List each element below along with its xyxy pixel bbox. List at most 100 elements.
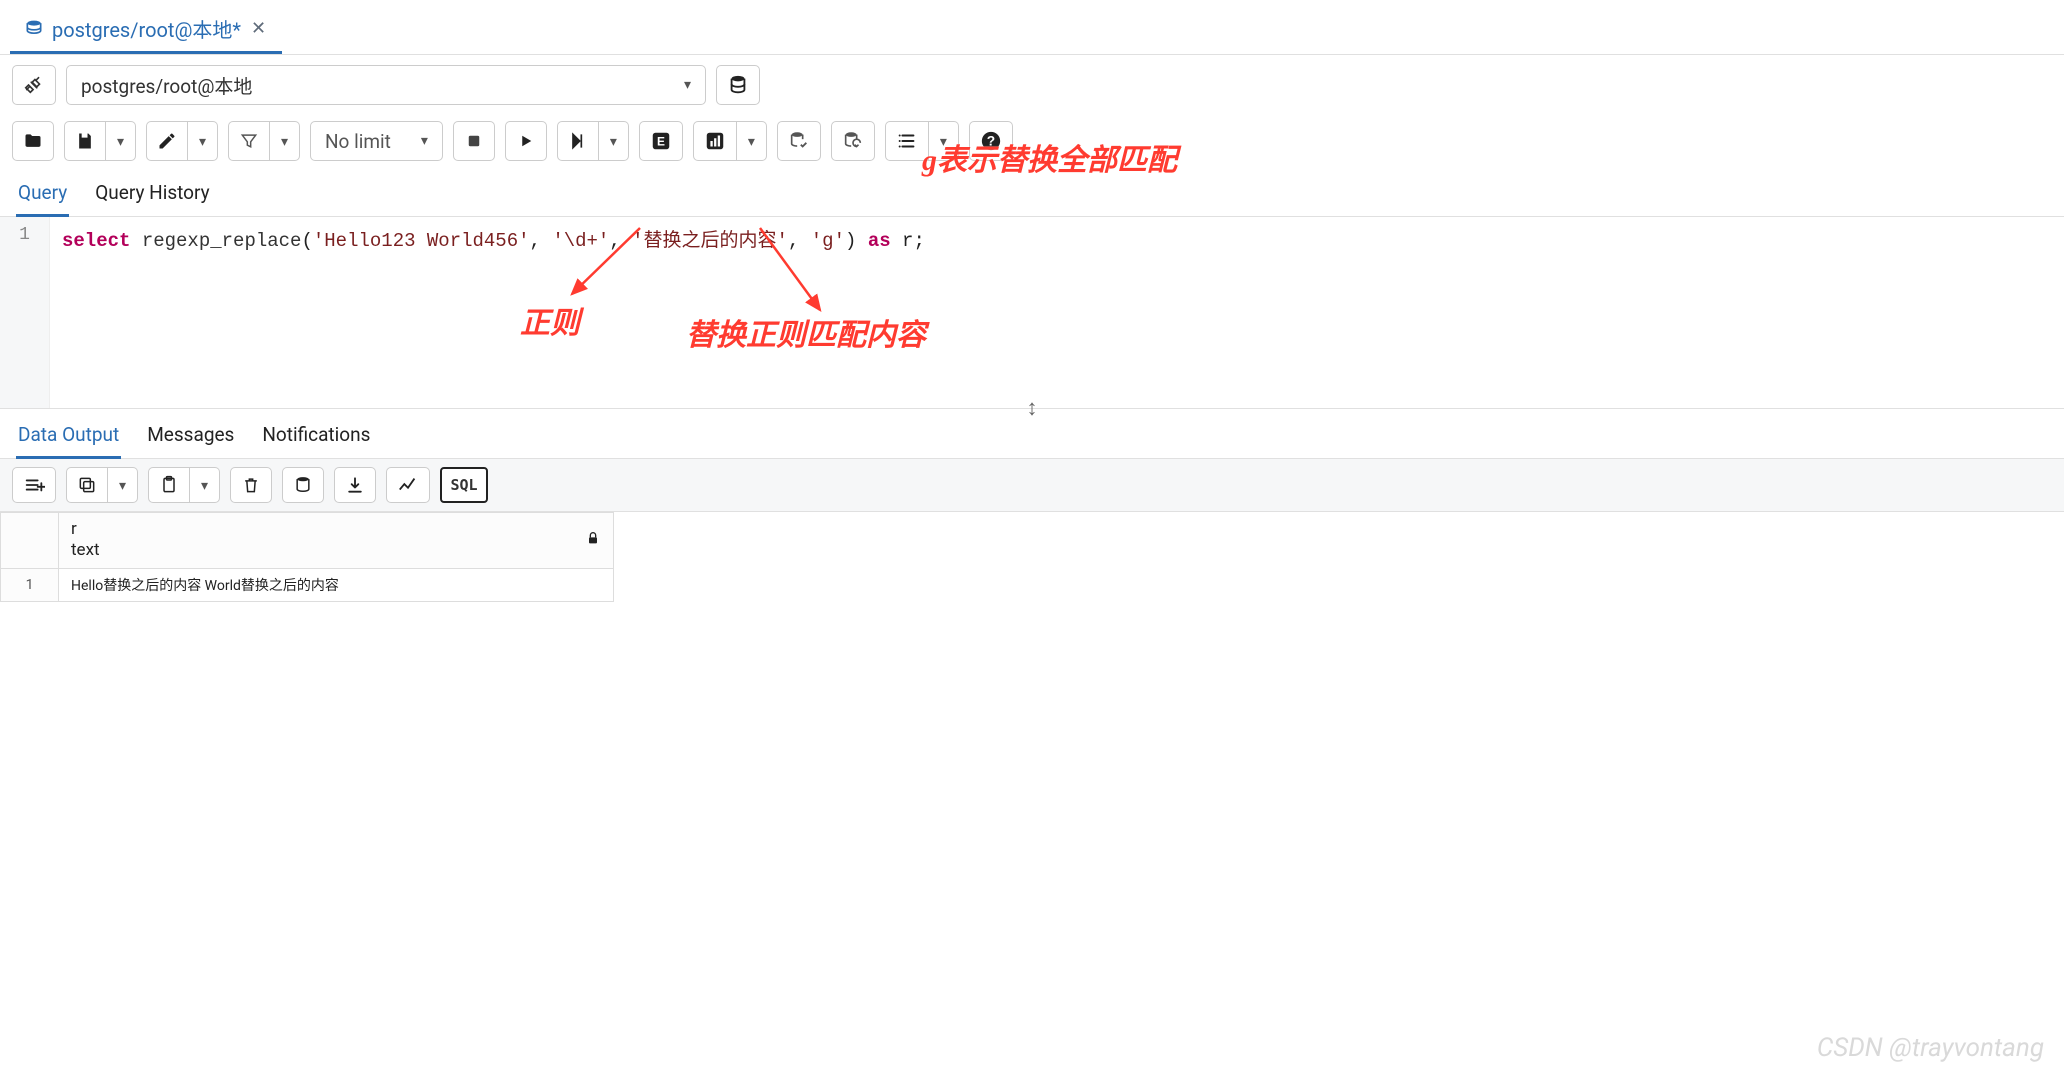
chevron-down-icon: ▾ [117, 133, 124, 150]
database-icon [24, 19, 44, 39]
macro-group: ▾ [885, 121, 959, 161]
database-save-icon [293, 475, 313, 495]
delete-button[interactable] [230, 467, 272, 503]
table-header-row: r text [1, 513, 614, 569]
macros-button[interactable] [885, 121, 929, 161]
database-check-icon [788, 130, 810, 152]
table-row[interactable]: 1 Hello替换之后的内容 World替换之后的内容 [1, 568, 614, 601]
chevron-down-icon: ▾ [684, 77, 691, 93]
new-connection-button[interactable] [716, 65, 760, 105]
download-icon [345, 475, 365, 495]
cell-value[interactable]: Hello替换之后的内容 World替换之后的内容 [59, 568, 614, 601]
filter-button[interactable] [228, 121, 270, 161]
column-type: text [71, 540, 100, 561]
save-icon [75, 131, 95, 151]
file-tab[interactable]: postgres/root@本地* ✕ [10, 6, 282, 54]
edit-button[interactable] [146, 121, 188, 161]
save-button[interactable] [64, 121, 106, 161]
paste-dropdown[interactable]: ▾ [190, 467, 220, 503]
trash-icon [241, 475, 261, 495]
watermark: CSDN @trayvontang [1817, 1033, 2044, 1063]
paste-button[interactable] [148, 467, 190, 503]
chevron-down-icon: ▾ [119, 477, 126, 494]
edit-dropdown[interactable]: ▾ [188, 121, 218, 161]
tab-data-output[interactable]: Data Output [16, 415, 121, 459]
line-chart-icon [397, 474, 419, 496]
row-limit-label: No limit [325, 130, 391, 153]
commit-button[interactable] [777, 121, 821, 161]
tab-close-icon[interactable]: ✕ [249, 18, 268, 39]
rownum-header [1, 513, 59, 569]
connection-row: postgres/root@本地 ▾ [0, 55, 2064, 115]
tab-query[interactable]: Query [16, 173, 69, 217]
folder-icon [23, 131, 43, 151]
pencil-icon [157, 131, 177, 151]
tab-title: postgres/root@本地* [52, 14, 241, 43]
copy-icon [77, 475, 97, 495]
help-button[interactable]: ? [969, 121, 1013, 161]
add-row-button[interactable] [12, 467, 56, 503]
add-row-icon [23, 474, 45, 496]
chevron-down-icon: ▾ [610, 133, 617, 150]
chevron-down-icon: ▾ [940, 133, 947, 150]
rollback-button[interactable] [831, 121, 875, 161]
macros-dropdown[interactable]: ▾ [929, 121, 959, 161]
execute-options-group: ▾ [557, 121, 629, 161]
list-icon [896, 130, 918, 152]
sql-label: SQL [450, 476, 477, 494]
connection-select[interactable]: postgres/root@本地 ▾ [66, 65, 706, 105]
chevron-down-icon: ▾ [748, 133, 755, 150]
resize-handle-icon[interactable]: ↕ [1027, 395, 1038, 421]
explain-analyze-button[interactable] [693, 121, 737, 161]
row-limit-select[interactable]: No limit ▾ [310, 121, 443, 161]
save-group: ▾ [64, 121, 136, 161]
open-file-button[interactable] [12, 121, 54, 161]
chevron-down-icon: ▾ [281, 133, 288, 150]
column-header[interactable]: r text [59, 513, 614, 569]
tab-query-history[interactable]: Query History [93, 173, 211, 216]
connection-status-button[interactable] [12, 65, 56, 105]
column-name: r [71, 519, 100, 540]
explain-analyze-dropdown[interactable]: ▾ [737, 121, 767, 161]
filter-dropdown[interactable]: ▾ [270, 121, 300, 161]
svg-text:E: E [657, 135, 665, 149]
code-line: select regexp_replace('Hello123 World456… [62, 225, 925, 252]
copy-button[interactable] [66, 467, 108, 503]
clipboard-icon [159, 475, 179, 495]
connection-value: postgres/root@本地 [81, 72, 252, 99]
chevron-down-icon: ▾ [201, 477, 208, 494]
tab-notifications[interactable]: Notifications [260, 415, 372, 458]
play-cursor-icon [568, 131, 588, 151]
help-icon: ? [980, 130, 1002, 152]
chevron-down-icon: ▾ [421, 133, 428, 149]
line-gutter: 1 [0, 217, 50, 408]
execute-options-dropdown[interactable]: ▾ [599, 121, 629, 161]
execute-button[interactable] [505, 121, 547, 161]
funnel-icon [239, 131, 259, 151]
play-icon [517, 132, 535, 150]
row-number: 1 [1, 568, 59, 601]
result-table: r text 1 Hello替换之后的内容 World替换之后的内容 [0, 512, 614, 602]
save-data-button[interactable] [282, 467, 324, 503]
tab-messages[interactable]: Messages [145, 415, 236, 458]
chevron-down-icon: ▾ [199, 133, 206, 150]
sql-button[interactable]: SQL [440, 467, 488, 503]
editor-tabs: Query Query History [0, 167, 2064, 217]
execute-options-button[interactable] [557, 121, 599, 161]
stop-button[interactable] [453, 121, 495, 161]
filter-group: ▾ [228, 121, 300, 161]
explain-button[interactable]: E [639, 121, 683, 161]
main-toolbar: ▾ ▾ ▾ No limit ▾ ▾ E ▾ ▾ ? [0, 115, 2064, 167]
graph-button[interactable] [386, 467, 430, 503]
explain-icon: E [650, 130, 672, 152]
save-dropdown[interactable]: ▾ [106, 121, 136, 161]
tab-bar: postgres/root@本地* ✕ [0, 0, 2064, 55]
analyze-group: ▾ [693, 121, 767, 161]
plug-icon [23, 74, 45, 96]
download-button[interactable] [334, 467, 376, 503]
copy-dropdown[interactable]: ▾ [108, 467, 138, 503]
query-editor[interactable]: 1 select regexp_replace('Hello123 World4… [0, 217, 2064, 409]
database-icon [727, 74, 749, 96]
lock-icon [585, 530, 601, 550]
chart-icon [704, 130, 726, 152]
